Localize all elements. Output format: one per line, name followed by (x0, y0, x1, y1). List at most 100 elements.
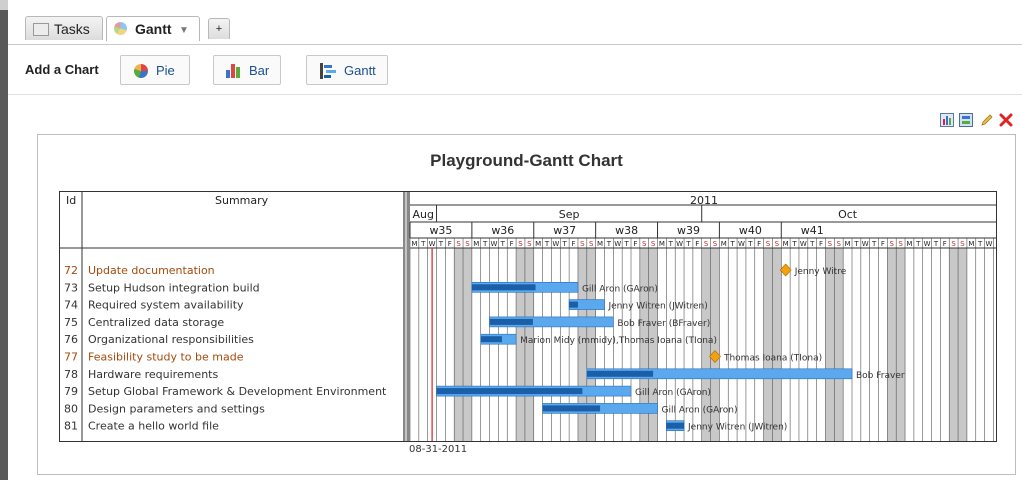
weekday-label: W (552, 240, 559, 248)
resource-label: Jenny Witren (JWitren) (607, 302, 707, 312)
weekday-label: W (614, 240, 621, 248)
chevron-down-icon[interactable]: ▼ (179, 19, 189, 43)
resource-label: Gill Aron (GAron) (662, 405, 738, 415)
task-name: Feasibility study to be made (88, 351, 244, 364)
weekday-label: M (906, 240, 912, 248)
weekday-label: W (986, 240, 993, 248)
weekday-label: S (518, 240, 523, 248)
chart-refresh-icon[interactable] (959, 113, 973, 127)
gantt-chart-icon (114, 22, 127, 35)
tasks-icon (33, 23, 49, 36)
add-chart-toolbar: Add a Chart Pie Bar Gantt (8, 50, 1022, 95)
task-name: Create a hello world file (88, 420, 219, 433)
tab-tasks-label: Tasks (54, 21, 90, 37)
weekday-label: W (800, 240, 807, 248)
weekday-label: M (597, 240, 603, 248)
weekday-label: M (659, 240, 665, 248)
weekday-label: S (642, 240, 647, 248)
gantt-chart-icon (320, 63, 336, 79)
tab-gantt[interactable]: Gantt ▼ (106, 16, 200, 41)
weekend-shade (949, 248, 959, 441)
edit-pencil-icon[interactable] (980, 113, 994, 127)
weekday-label: S (766, 240, 771, 248)
weekday-label: S (713, 240, 718, 248)
weekday-label: S (651, 240, 656, 248)
task-id: 80 (64, 402, 78, 415)
task-progress (666, 422, 685, 429)
weekend-shade (463, 248, 472, 441)
weekday-label: T (606, 240, 612, 248)
weekday-label: S (465, 240, 470, 248)
weekday-label: S (704, 240, 709, 248)
resource-label: Gill Aron (GAron) (635, 388, 711, 398)
gantt-chart-button[interactable]: Gantt (306, 55, 388, 85)
month-label: Aug (413, 208, 434, 221)
resource-label: Jenny Witre (794, 267, 847, 277)
tab-tasks[interactable]: Tasks (25, 16, 103, 40)
task-progress (489, 318, 533, 325)
weekday-label: M (845, 240, 851, 248)
task-id: 81 (64, 420, 78, 433)
column-header-summary: Summary (215, 194, 269, 207)
task-id: 75 (64, 316, 78, 329)
weekday-label: W (924, 240, 931, 248)
weekend-shade (772, 248, 782, 441)
weekday-label: S (960, 240, 965, 248)
bar-chart-icon (226, 64, 243, 78)
add-tab-button[interactable]: + (208, 18, 230, 39)
weekday-label: T (668, 240, 674, 248)
weekday-label: S (589, 240, 594, 248)
task-id: 72 (64, 264, 78, 277)
week-label: w38 (615, 224, 638, 237)
weekday-label: T (544, 240, 550, 248)
weekday-label: T (915, 240, 921, 248)
delete-icon[interactable] (999, 113, 1013, 127)
weekday-label: T (977, 240, 983, 248)
weekend-shade (763, 248, 773, 441)
gantt-table: Aug Sep Oct w35 w36 w37 w38 w39 w40 w41 M T W T F S S M T W… (59, 191, 997, 442)
task-id: 73 (64, 281, 78, 294)
month-label: Sep (559, 208, 580, 221)
task-name: Centralized data storage (88, 316, 224, 329)
task-id: 74 (64, 299, 78, 312)
weekend-shade (454, 248, 464, 441)
weekday-label: T (730, 240, 736, 248)
column-header-id: Id (66, 194, 77, 207)
task-id: 77 (64, 351, 78, 364)
weekday-label: M (721, 240, 727, 248)
left-edge-bar (0, 0, 8, 480)
weekday-label: M (535, 240, 541, 248)
weekday-label: T (853, 240, 859, 248)
tab-bar: Tasks Gantt ▼ + (8, 12, 1022, 45)
chart-settings-icon[interactable] (940, 113, 954, 127)
weekday-label: F (881, 240, 885, 248)
weekend-shade (896, 248, 906, 441)
weekday-label: M (411, 240, 417, 248)
task-id: 78 (64, 368, 78, 381)
resource-label: Marion Midy (mmidy),Thomas Ioana (TIona) (520, 336, 717, 346)
weekday-label: S (951, 240, 956, 248)
weekday-label: F (572, 240, 576, 248)
resource-label: Bob Fraver (856, 371, 905, 381)
gantt-chart-svg: Aug Sep Octw35 w36 w37 w38 w39 w40 w41M T W T F S S M T W… (60, 192, 996, 441)
gantt-button-label: Gantt (344, 63, 376, 78)
task-progress (569, 301, 578, 308)
task-name: Organizational responsibilities (88, 333, 254, 346)
weekday-label: T (623, 240, 629, 248)
weekday-label: T (791, 240, 797, 248)
weekday-label: M (783, 240, 789, 248)
weekday-label: S (837, 240, 842, 248)
week-label: w41 (801, 224, 824, 237)
bar-chart-button[interactable]: Bar (213, 55, 281, 85)
weekday-label: T (562, 240, 568, 248)
pie-button-label: Pie (156, 63, 175, 78)
weekday-label: W (429, 240, 436, 248)
weekday-label: M (968, 240, 974, 248)
pie-chart-button[interactable]: Pie (120, 55, 190, 85)
task-name: Setup Global Framework & Development Env… (88, 385, 387, 398)
weekday-label: F (633, 240, 637, 248)
task-name: Required system availability (88, 299, 244, 312)
weekday-label: S (580, 240, 585, 248)
task-id: 76 (64, 333, 78, 346)
tab-gantt-label: Gantt (135, 21, 172, 37)
